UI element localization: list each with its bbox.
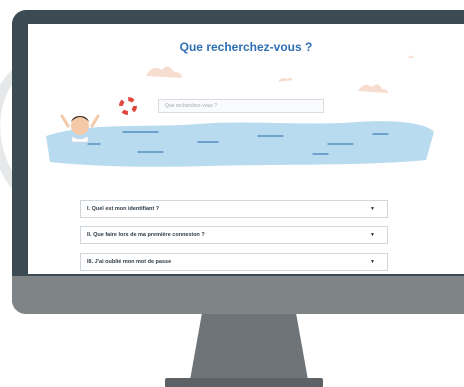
chevron-down-icon[interactable]: ▼	[370, 254, 375, 270]
faq-item-label: II. Que faire lors de ma première connex…	[87, 232, 205, 238]
faq-item-label: III. J'ai oublié mon mot de passe	[87, 259, 172, 265]
monitor-chin	[12, 276, 464, 314]
chevron-down-icon[interactable]: ▼	[370, 201, 375, 217]
faq-item-first-connection[interactable]: II. Que faire lors de ma première connex…	[80, 226, 388, 244]
screen: Que recherchez-vous ? Que recherchez-vou…	[28, 24, 464, 274]
lifebuoy-icon	[119, 97, 137, 115]
page-title: Que recherchez-vous ?	[179, 40, 313, 54]
chevron-down-icon[interactable]: ▼	[370, 227, 375, 243]
faq-item-label: I. Quel est mon identifiant ?	[87, 206, 160, 212]
monitor-stand-neck	[190, 314, 308, 380]
monitor-stand-base	[165, 378, 323, 387]
search-input[interactable]: Que recherchez-vous ?	[158, 99, 324, 113]
faq-item-identifier[interactable]: I. Quel est mon identifiant ? ▼	[80, 200, 388, 218]
faq-item-forgot-password[interactable]: III. J'ai oublié mon mot de passe ▼	[80, 253, 388, 271]
